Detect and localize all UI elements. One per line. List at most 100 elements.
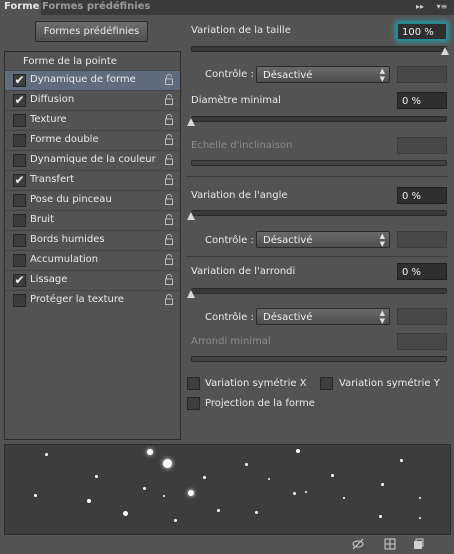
brush-setting-row[interactable]: Forme double [5, 130, 180, 150]
angle-jitter-slider[interactable] [191, 210, 447, 216]
brush-stroke-preview [4, 444, 451, 535]
control-select-2[interactable]: Désactivé ▲ ▼ [256, 231, 390, 248]
preview-dot [143, 487, 146, 490]
preview-dot [87, 499, 91, 503]
brush-setting-checkbox[interactable] [13, 234, 26, 247]
brush-setting-checkbox[interactable]: ✔ [13, 274, 26, 287]
divider [186, 176, 449, 177]
brush-setting-checkbox[interactable]: ✔ [13, 74, 26, 87]
brush-tip-shape-item[interactable]: Forme de la pointe [23, 56, 117, 67]
preview-dot [123, 511, 128, 516]
lock-icon[interactable] [164, 254, 174, 265]
control-select-1-value: Désactivé [263, 70, 313, 81]
brush-setting-row[interactable]: ✔ Lissage [5, 270, 180, 290]
brush-setting-checkbox[interactable]: ✔ [13, 174, 26, 187]
brush-setting-label: Texture [30, 114, 67, 125]
panel-menu-icon[interactable]: ▾≡ [434, 1, 450, 13]
select-arrows-icon: ▲ ▼ [379, 67, 385, 83]
grid-icon[interactable] [384, 538, 396, 550]
min-diameter-thumb[interactable] [187, 118, 195, 126]
brush-setting-label: Dynamique de forme [30, 74, 136, 85]
lock-icon[interactable] [164, 94, 174, 105]
brush-setting-checkbox[interactable] [13, 214, 26, 227]
size-jitter-slider[interactable] [191, 46, 447, 52]
size-jitter-label: Variation de la taille [191, 25, 291, 36]
min-diameter-field[interactable]: 0 % [397, 92, 447, 109]
preview-dot [188, 490, 194, 496]
flip-y-checkbox[interactable] [320, 377, 333, 390]
tilt-scale-slider [191, 160, 447, 166]
preview-dot [268, 478, 270, 480]
brush-setting-checkbox[interactable] [13, 134, 26, 147]
lock-icon[interactable] [164, 194, 174, 205]
brush-setting-label: Accumulation [30, 254, 99, 265]
preview-dot [293, 492, 296, 495]
lock-icon[interactable] [164, 134, 174, 145]
tab-forme[interactable]: Forme [0, 0, 41, 15]
min-roundness-field [397, 333, 447, 350]
roundness-jitter-field[interactable]: 0 % [397, 263, 447, 280]
lock-icon[interactable] [164, 174, 174, 185]
brush-setting-row[interactable]: Protéger la texture [5, 290, 180, 310]
lock-icon[interactable] [164, 234, 174, 245]
preview-dot [203, 476, 206, 479]
brush-setting-checkbox[interactable] [13, 254, 26, 267]
lock-icon[interactable] [164, 74, 174, 85]
brush-setting-row[interactable]: ✔ Dynamique de forme [5, 70, 180, 90]
brush-setting-row[interactable]: Dynamique de la couleur [5, 150, 180, 170]
angle-jitter-thumb[interactable] [187, 212, 195, 220]
roundness-jitter-slider[interactable] [191, 288, 447, 294]
toggle-live-tip-icon[interactable] [352, 538, 364, 550]
min-roundness-slider [191, 356, 447, 362]
tab-formes-predefinies[interactable]: Formes prédéfinies [38, 0, 154, 15]
roundness-jitter-thumb[interactable] [187, 290, 195, 298]
preview-dot [163, 495, 165, 497]
brush-setting-checkbox[interactable] [13, 194, 26, 207]
flip-x-checkbox[interactable] [187, 377, 200, 390]
lock-icon[interactable] [164, 294, 174, 305]
preview-dot [255, 511, 258, 514]
control-select-1[interactable]: Désactivé ▲ ▼ [256, 66, 390, 83]
size-jitter-field[interactable]: 100 % [397, 23, 447, 40]
brush-settings-list: Forme de la pointe ✔ Dynamique de forme ✔ D… [4, 51, 181, 440]
lock-icon[interactable] [164, 274, 174, 285]
brush-setting-label: Bords humides [30, 234, 105, 245]
new-preset-icon[interactable] [412, 538, 424, 550]
collapse-panel-icon[interactable]: ▸▸ [414, 1, 426, 13]
brush-presets-button[interactable]: Formes prédéfinies [35, 21, 148, 42]
preview-dot [331, 474, 334, 477]
angle-jitter-field[interactable]: 0 % [397, 187, 447, 204]
brush-setting-row[interactable]: ✔ Diffusion [5, 90, 180, 110]
brush-setting-label: Dynamique de la couleur [30, 154, 156, 165]
lock-icon[interactable] [164, 214, 174, 225]
select-arrows-icon: ▲ ▼ [379, 309, 385, 325]
brush-setting-row[interactable]: Texture [5, 110, 180, 130]
roundness-jitter-label: Variation de l'arrondi [191, 266, 296, 277]
projection-label: Projection de la forme [205, 398, 315, 409]
min-diameter-slider[interactable] [191, 116, 447, 122]
size-jitter-thumb[interactable] [441, 47, 449, 55]
preview-dot [343, 497, 345, 499]
lock-icon[interactable] [164, 114, 174, 125]
brush-setting-checkbox[interactable] [13, 154, 26, 167]
control-extra-field-3 [397, 308, 447, 325]
brush-setting-row[interactable]: Bords humides [5, 230, 180, 250]
flip-y-label: Variation symétrie Y [339, 378, 440, 389]
control-select-2-value: Désactivé [263, 235, 313, 246]
brush-setting-row[interactable]: Bruit [5, 210, 180, 230]
brush-setting-checkbox[interactable] [13, 114, 26, 127]
preview-dot [419, 517, 421, 519]
brush-setting-checkbox[interactable] [13, 294, 26, 307]
brush-setting-row[interactable]: Accumulation [5, 250, 180, 270]
lock-icon[interactable] [164, 154, 174, 165]
angle-jitter-label: Variation de l'angle [191, 190, 288, 201]
preview-dot [95, 475, 98, 478]
control-select-3[interactable]: Désactivé ▲ ▼ [256, 308, 390, 325]
brush-setting-label: Transfert [30, 174, 75, 185]
projection-checkbox[interactable] [187, 397, 200, 410]
brush-setting-label: Diffusion [30, 94, 75, 105]
brush-setting-row[interactable]: Pose du pinceau [5, 190, 180, 210]
brush-setting-row[interactable]: ✔ Transfert [5, 170, 180, 190]
brush-setting-checkbox[interactable]: ✔ [13, 94, 26, 107]
preview-dot [245, 463, 248, 466]
